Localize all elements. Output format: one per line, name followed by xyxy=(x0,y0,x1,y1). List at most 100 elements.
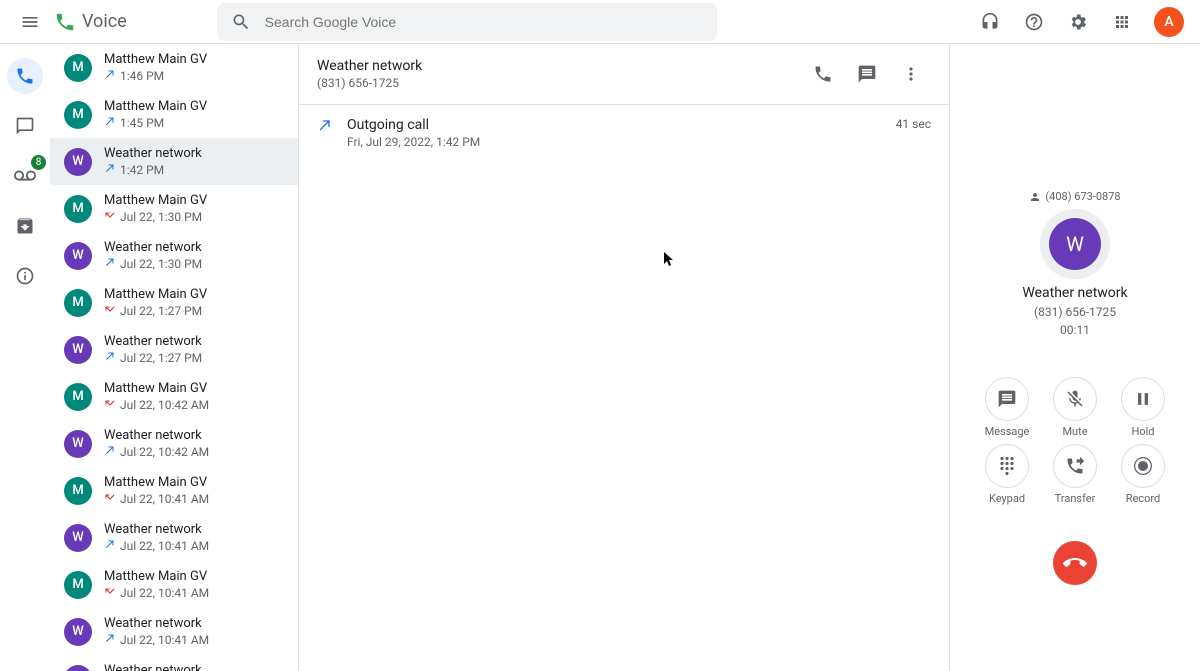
call-list-item[interactable]: WWeather networkJul 22, 10:41 AM xyxy=(50,655,298,671)
nav-spam[interactable] xyxy=(7,258,43,294)
call-list-item[interactable]: M Matthew Main GV Jul 22, 10:41 AM xyxy=(50,561,298,608)
transfer-label: Transfer xyxy=(1055,492,1096,505)
mute-label: Mute xyxy=(1062,425,1087,438)
support-button[interactable] xyxy=(972,4,1008,40)
nav-archive[interactable] xyxy=(7,208,43,244)
call-time: 1:46 PM xyxy=(120,69,164,83)
call-end-icon xyxy=(1063,551,1087,575)
help-button[interactable] xyxy=(1016,4,1052,40)
header-actions: A xyxy=(972,4,1184,40)
message-icon xyxy=(15,116,35,136)
outgoing-arrow-icon xyxy=(104,256,116,271)
menu-icon xyxy=(20,12,40,32)
message-button[interactable] xyxy=(985,377,1029,421)
mic-off-icon xyxy=(1065,389,1085,409)
more-vert-icon xyxy=(901,64,921,84)
header: Voice A xyxy=(0,0,1200,44)
contact-name: Weather network xyxy=(104,663,209,671)
transfer-button[interactable] xyxy=(1053,444,1097,488)
call-time: Jul 22, 10:41 AM xyxy=(120,492,209,506)
record-label: Record xyxy=(1126,492,1160,505)
detail-contact-name: Weather network xyxy=(317,58,422,74)
call-time: Jul 22, 10:41 AM xyxy=(120,539,209,553)
gear-icon xyxy=(1068,12,1088,32)
contact-avatar: M xyxy=(64,477,92,505)
call-time: Jul 22, 10:41 AM xyxy=(120,633,209,647)
nav-rail: 8 xyxy=(0,44,50,671)
call-time: 1:42 PM xyxy=(120,163,164,177)
person-icon xyxy=(1029,191,1041,203)
outgoing-arrow-icon xyxy=(104,538,116,553)
call-list-item[interactable]: MMatthew Main GVJul 22, 1:30 PM xyxy=(50,185,298,232)
call-contact-number: (831) 656-1725 xyxy=(1034,305,1116,319)
contact-name: Weather network xyxy=(104,522,209,537)
keypad-button[interactable] xyxy=(985,444,1029,488)
search-input[interactable] xyxy=(265,14,703,30)
contact-name: Matthew Main GV xyxy=(104,52,207,67)
call-time: Jul 22, 10:42 AM xyxy=(120,398,209,412)
phone-icon xyxy=(15,66,35,86)
from-number: (408) 673-0878 xyxy=(1045,190,1120,203)
call-list-item[interactable]: MMatthew Main GV1:45 PM xyxy=(50,91,298,138)
nav-calls[interactable] xyxy=(7,58,43,94)
voice-logo-icon xyxy=(54,11,76,33)
search-icon xyxy=(231,12,251,32)
detail-message-button[interactable] xyxy=(847,54,887,94)
outgoing-arrow-icon xyxy=(104,115,116,130)
contact-name: Matthew Main GV xyxy=(104,193,207,208)
call-avatar-ring: W xyxy=(1040,209,1110,279)
active-call-panel: (408) 673-0878 W Weather network (831) 6… xyxy=(950,44,1200,671)
nav-voicemail[interactable]: 8 xyxy=(7,158,43,194)
call-avatar: W xyxy=(1049,218,1101,270)
call-list-item[interactable]: MMatthew Main GVJul 22, 10:42 AM xyxy=(50,373,298,420)
call-list-item[interactable]: WWeather networkJul 22, 10:41 AM xyxy=(50,608,298,655)
contact-name: Weather network xyxy=(104,240,202,255)
call-list-item[interactable]: M Matthew Main GV Jul 22, 10:41 AM xyxy=(50,467,298,514)
archive-icon xyxy=(15,216,35,236)
mute-button[interactable] xyxy=(1053,377,1097,421)
call-time: Jul 22, 1:27 PM xyxy=(120,351,202,365)
call-list[interactable]: MMatthew Main GV1:46 PMMMatthew Main GV1… xyxy=(50,44,299,671)
call-list-item[interactable]: WWeather networkJul 22, 1:27 PM xyxy=(50,326,298,373)
detail-pane: Weather network (831) 656-1725 Outgoing … xyxy=(299,44,950,671)
contact-avatar: M xyxy=(64,571,92,599)
nav-messages[interactable] xyxy=(7,108,43,144)
call-list-item[interactable]: MMatthew Main GVJul 22, 1:27 PM xyxy=(50,279,298,326)
pause-icon xyxy=(1133,389,1153,409)
apps-button[interactable] xyxy=(1104,4,1140,40)
hold-label: Hold xyxy=(1132,425,1155,438)
keypad-label: Keypad xyxy=(989,492,1025,505)
contact-avatar: M xyxy=(64,383,92,411)
call-list-item[interactable]: WWeather network1:42 PM xyxy=(50,138,298,185)
detail-header: Weather network (831) 656-1725 xyxy=(299,44,949,105)
hangup-button[interactable] xyxy=(1053,541,1097,585)
call-list-item[interactable]: MMatthew Main GV1:46 PM xyxy=(50,44,298,91)
call-list-item[interactable]: WWeather networkJul 22, 10:41 AM xyxy=(50,514,298,561)
call-time: Jul 22, 10:41 AM xyxy=(120,586,209,600)
main-menu-button[interactable] xyxy=(10,2,50,42)
settings-button[interactable] xyxy=(1060,4,1096,40)
contact-avatar: W xyxy=(64,430,92,458)
apps-grid-icon xyxy=(1113,13,1131,31)
contact-avatar: W xyxy=(64,336,92,364)
call-list-item[interactable]: WWeather networkJul 22, 1:30 PM xyxy=(50,232,298,279)
detail-more-button[interactable] xyxy=(891,54,931,94)
user-avatar[interactable]: A xyxy=(1154,7,1184,37)
call-list-item[interactable]: WWeather networkJul 22, 10:42 AM xyxy=(50,420,298,467)
contact-name: Matthew Main GV xyxy=(104,569,209,584)
missed-arrow-icon xyxy=(104,397,116,412)
record-button[interactable] xyxy=(1121,444,1165,488)
contact-name: Weather network xyxy=(104,616,209,631)
message-icon xyxy=(857,64,877,84)
contact-name: Matthew Main GV xyxy=(104,475,209,490)
search-bar[interactable] xyxy=(217,3,717,41)
voicemail-icon xyxy=(14,165,36,187)
hold-button[interactable] xyxy=(1121,377,1165,421)
outgoing-arrow-icon xyxy=(104,350,116,365)
calling-from: (408) 673-0878 xyxy=(1029,190,1120,203)
outgoing-arrow-icon xyxy=(317,117,333,137)
missed-arrow-icon xyxy=(104,491,116,506)
record-icon xyxy=(1133,456,1153,476)
call-record-row[interactable]: Outgoing call Fri, Jul 29, 2022, 1:42 PM… xyxy=(317,117,931,149)
detail-call-button[interactable] xyxy=(803,54,843,94)
